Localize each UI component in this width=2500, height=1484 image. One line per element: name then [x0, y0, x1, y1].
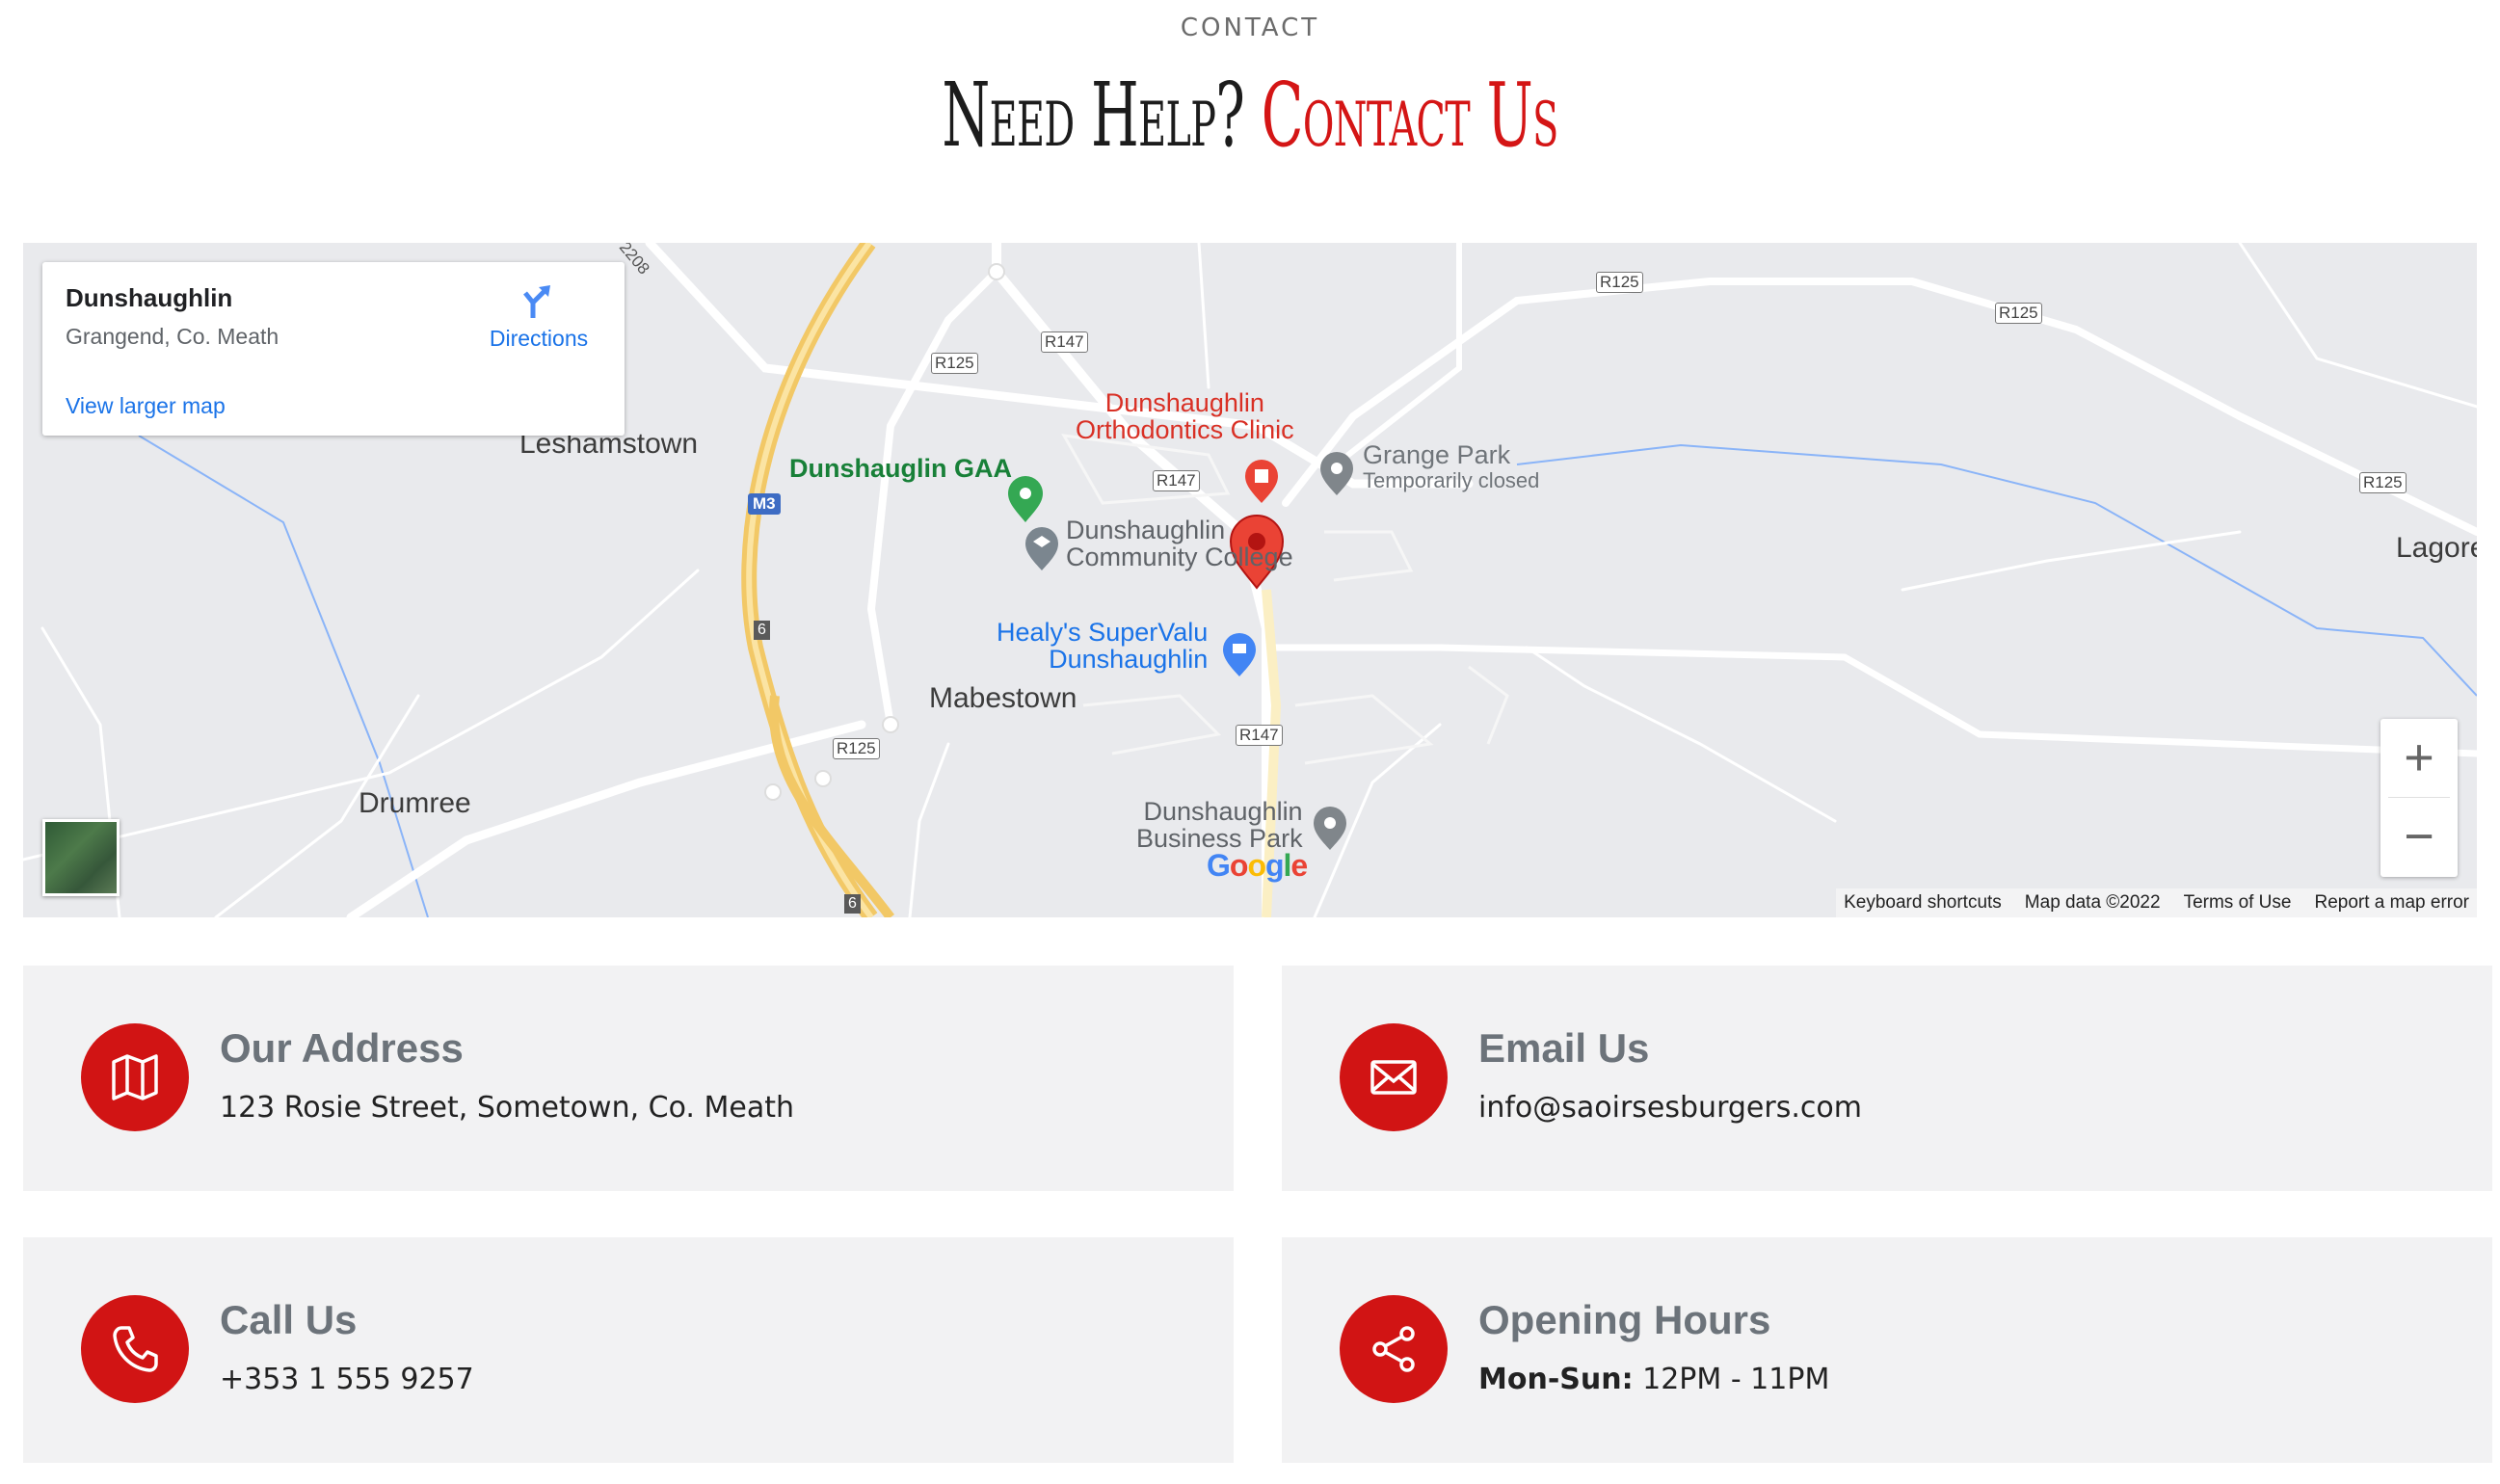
label-lagore: Lagore: [2396, 532, 2477, 564]
motorway-shield: M3: [748, 493, 781, 515]
college-line-2: Community College: [1066, 543, 1293, 571]
label-college[interactable]: Dunshaughlin Community College: [1066, 517, 1293, 570]
zoom-in-button[interactable]: +: [2380, 719, 2458, 796]
google-map[interactable]: Leshamstown Mabestown Drumree Lagore Dun…: [23, 243, 2477, 917]
place-name: Dunshaughlin: [66, 283, 233, 312]
ortho-line-1: Dunshaughlin: [1104, 388, 1264, 417]
directions-icon: [523, 285, 550, 318]
business-line-1: Dunshaughlin: [1143, 797, 1303, 826]
road-shield: R125: [1995, 303, 2042, 324]
google-logo: Google: [1207, 848, 1308, 883]
hours-value: 12PM - 11PM: [1633, 1363, 1830, 1396]
directions-button[interactable]: Directions: [466, 281, 611, 352]
supervalu-line-1: Healy's SuperValu: [997, 618, 1209, 647]
address-text: 123 Rosie Street, Sometown, Co. Meath: [220, 1091, 795, 1125]
hours-text: Mon-Sun: 12PM - 11PM: [1478, 1363, 1829, 1396]
view-larger-map-link[interactable]: View larger map: [66, 393, 226, 419]
email-link[interactable]: info@saoirsesburgers.com: [1478, 1091, 1862, 1125]
card-title: Call Us: [220, 1297, 358, 1342]
keyboard-shortcuts-link[interactable]: Keyboard shortcuts: [1844, 892, 2002, 914]
college-line-1: Dunshaughlin: [1066, 516, 1226, 544]
ortho-line-2: Orthodontics Clinic: [1076, 415, 1294, 444]
place-address: Grangend, Co. Meath: [66, 324, 279, 349]
card-title: Our Address: [220, 1025, 464, 1071]
phone-icon: [81, 1295, 189, 1403]
national-road-shield: 6: [844, 894, 861, 914]
grange-status: Temporarily closed: [1363, 468, 1540, 492]
road-shield: R147: [1153, 470, 1200, 491]
envelope-icon: [1340, 1023, 1448, 1131]
label-gaa[interactable]: Dunshauglin GAA: [789, 455, 1012, 482]
report-error-link[interactable]: Report a map error: [2314, 892, 2469, 914]
label-orthodontics[interactable]: Dunshaughlin Orthodontics Clinic: [1076, 389, 1294, 443]
gaa-pin[interactable]: [1006, 463, 1045, 522]
title-part-2: Contact Us: [1261, 64, 1558, 167]
page-title: Need Help? Contact Us: [475, 58, 2025, 173]
label-mabestown: Mabestown: [929, 682, 1077, 714]
label-drumree: Drumree: [359, 787, 471, 819]
place-card: Dunshaughlin Grangend, Co. Meath View la…: [42, 262, 625, 436]
road-shield: R125: [833, 738, 880, 759]
address-card: Our Address 123 Rosie Street, Sometown, …: [23, 966, 1234, 1191]
section-eyebrow: CONTACT: [1180, 13, 1320, 42]
share-icon: [1340, 1295, 1448, 1403]
national-road-shield: 6: [754, 621, 770, 640]
card-title: Email Us: [1478, 1025, 1650, 1071]
road-shield: R125: [1596, 272, 1643, 293]
road-shield: R147: [1041, 331, 1088, 353]
hours-card: Opening Hours Mon-Sun: 12PM - 11PM: [1282, 1237, 2492, 1463]
label-supervalu[interactable]: Healy's SuperValu Dunshaughlin: [997, 619, 1208, 673]
title-part-1: Need Help?: [942, 64, 1245, 167]
hours-label: Mon-Sun:: [1478, 1363, 1634, 1396]
label-business-park[interactable]: Dunshaughlin Business Park: [1136, 798, 1303, 852]
zoom-out-button[interactable]: −: [2380, 798, 2458, 875]
zoom-control: + −: [2380, 719, 2458, 877]
map-icon: [81, 1023, 189, 1131]
satellite-toggle[interactable]: [42, 819, 120, 896]
supervalu-line-2: Dunshaughlin: [1049, 645, 1209, 674]
phone-link[interactable]: +353 1 555 9257: [220, 1363, 474, 1396]
grange-name: Grange Park: [1363, 440, 1511, 469]
road-shield: R147: [1236, 725, 1283, 746]
map-data-text: Map data ©2022: [2024, 892, 2161, 913]
road-shield: R125: [2359, 472, 2407, 493]
email-card: Email Us info@saoirsesburgers.com: [1282, 966, 2492, 1191]
directions-label: Directions: [489, 326, 589, 351]
label-grange-park[interactable]: Grange Park Temporarily closed: [1363, 441, 1539, 493]
road-shield: R125: [931, 353, 978, 374]
terms-link[interactable]: Terms of Use: [2184, 892, 2292, 914]
card-title: Opening Hours: [1478, 1297, 1771, 1342]
map-attribution: Keyboard shortcuts Map data ©2022 Terms …: [1836, 888, 2477, 917]
call-card: Call Us +353 1 555 9257: [23, 1237, 1234, 1463]
